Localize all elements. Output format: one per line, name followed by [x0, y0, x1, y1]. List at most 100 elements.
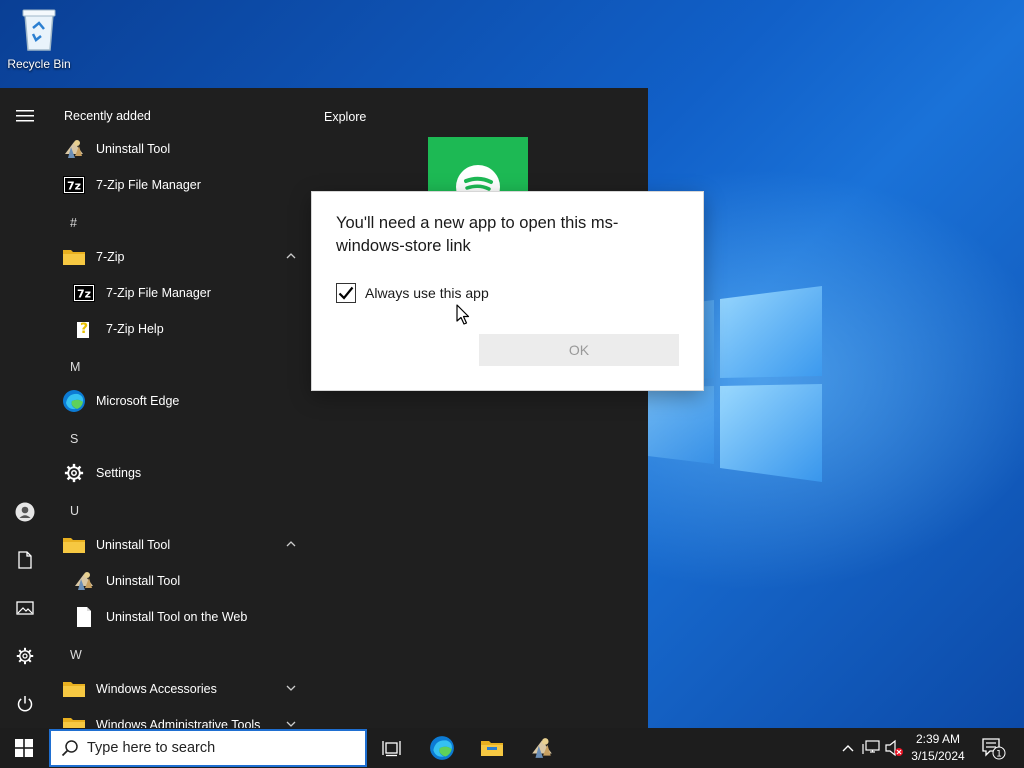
- windows-start-icon: [15, 739, 33, 757]
- taskbar: Type here to search 2:39 AM 3/15/2024 1: [0, 728, 1024, 768]
- documents-button[interactable]: [5, 542, 45, 578]
- app-list: Recently added Uninstall Tool 7z 7-Zip F…: [50, 88, 312, 728]
- user-icon: [15, 502, 35, 522]
- show-hidden-icons-button[interactable]: [838, 738, 858, 758]
- clock-time: 2:39 AM: [915, 732, 961, 746]
- uninstall-tool-icon: [62, 137, 86, 161]
- letter-header-w[interactable]: W: [70, 648, 82, 662]
- taskbar-clock[interactable]: 2:39 AM 3/15/2024: [902, 731, 974, 765]
- always-use-this-app-row[interactable]: Always use this app: [336, 283, 489, 303]
- chevron-down-icon: [286, 685, 296, 691]
- letter-header-m[interactable]: M: [70, 360, 80, 374]
- network-status-button[interactable]: [861, 738, 881, 758]
- 7zip-icon: 7z: [72, 281, 96, 305]
- mouse-cursor-icon: [456, 304, 470, 325]
- taskbar-file-explorer-button[interactable]: [468, 728, 516, 768]
- app-label: Uninstall Tool: [96, 142, 171, 156]
- recently-added-title: Recently added: [64, 109, 151, 123]
- uninstall-tool-icon: [532, 738, 552, 758]
- app-microsoft-edge[interactable]: Microsoft Edge: [62, 384, 304, 418]
- notification-icon: 1: [982, 738, 1006, 760]
- action-center-button[interactable]: 1: [980, 736, 1006, 760]
- gear-icon: [16, 647, 34, 665]
- app-label: 7-Zip: [96, 250, 125, 264]
- letter-header-u[interactable]: U: [70, 504, 79, 518]
- folder-windows-administrative-tools[interactable]: Windows Administrative Tools: [62, 708, 304, 728]
- task-view-icon: [382, 741, 401, 757]
- uninstall-tool-icon: [72, 569, 96, 593]
- folder-7zip[interactable]: 7-Zip: [62, 240, 304, 274]
- start-button[interactable]: [0, 728, 48, 768]
- app-label: 7-Zip Help: [106, 322, 164, 336]
- document-icon: [72, 605, 96, 629]
- dialog-title: You'll need a new app to open this ms-wi…: [336, 214, 619, 255]
- app-uninstall-tool-web[interactable]: Uninstall Tool on the Web: [72, 600, 304, 634]
- chevron-down-icon: [286, 721, 296, 727]
- help-icon: ?: [72, 317, 96, 341]
- edge-icon: [430, 736, 454, 760]
- 7zip-icon: 7z: [62, 173, 86, 197]
- edge-icon: [62, 389, 86, 413]
- volume-button[interactable]: [884, 738, 904, 758]
- svg-text:7z: 7z: [67, 180, 81, 193]
- settings-rail-button[interactable]: [5, 638, 45, 674]
- clock-date: 3/15/2024: [911, 749, 965, 763]
- pictures-icon: [16, 601, 34, 615]
- chevron-up-icon: [842, 745, 854, 752]
- folder-windows-accessories[interactable]: Windows Accessories: [62, 672, 304, 706]
- power-button[interactable]: [5, 686, 45, 722]
- folder-icon: [62, 245, 86, 269]
- start-rail: [0, 88, 50, 728]
- start-menu: Recently added Uninstall Tool 7z 7-Zip F…: [0, 88, 648, 728]
- app-label: 7-Zip File Manager: [96, 178, 201, 192]
- letter-header-hash[interactable]: #: [70, 216, 77, 230]
- pictures-button[interactable]: [5, 590, 45, 626]
- tiles-area: Explore: [312, 88, 648, 728]
- chevron-up-icon: [286, 253, 296, 259]
- power-icon: [17, 696, 33, 712]
- app-label: Uninstall Tool on the Web: [106, 610, 248, 624]
- recycle-bin-label: Recycle Bin: [7, 57, 71, 71]
- search-placeholder: Type here to search: [87, 740, 216, 756]
- always-use-checkbox[interactable]: [336, 283, 356, 303]
- volume-muted-icon: [885, 739, 903, 757]
- app-7zip-file-manager[interactable]: 7z 7-Zip File Manager: [72, 276, 304, 310]
- always-use-label: Always use this app: [365, 285, 489, 301]
- desktop: Recycle Bin Recently added Uninstall Too…: [0, 0, 1024, 728]
- open-with-dialog: You'll need a new app to open this ms-wi…: [312, 192, 703, 390]
- document-icon: [18, 551, 32, 569]
- ok-button[interactable]: OK: [479, 334, 679, 366]
- app-7zip-help[interactable]: ? 7-Zip Help: [72, 312, 304, 346]
- gear-icon: [62, 461, 86, 485]
- app-label: Settings: [96, 466, 142, 480]
- task-view-button[interactable]: [368, 728, 416, 768]
- letter-header-s[interactable]: S: [70, 432, 78, 446]
- recycle-bin[interactable]: Recycle Bin: [6, 6, 72, 71]
- search-icon: [61, 740, 78, 757]
- taskbar-search-box[interactable]: Type here to search: [49, 729, 367, 767]
- hamburger-icon: [16, 110, 34, 122]
- app-label: Windows Administrative Tools: [96, 718, 261, 728]
- app-label: Microsoft Edge: [96, 394, 180, 408]
- folder-icon: [62, 533, 86, 557]
- chevron-up-icon: [286, 541, 296, 547]
- expand-menu-button[interactable]: [5, 98, 45, 134]
- app-settings[interactable]: Settings: [62, 456, 304, 490]
- taskbar-uninstall-tool-button[interactable]: [518, 728, 566, 768]
- app-label: Windows Accessories: [96, 682, 217, 696]
- network-icon: [862, 740, 880, 754]
- svg-text:7z: 7z: [77, 288, 91, 301]
- account-button[interactable]: [5, 494, 45, 530]
- app-label: 7-Zip File Manager: [106, 286, 211, 300]
- file-explorer-icon: [481, 741, 503, 756]
- checkmark-icon: [338, 286, 354, 300]
- app-label: Uninstall Tool: [106, 574, 181, 588]
- folder-icon: [62, 713, 86, 728]
- folder-icon: [62, 677, 86, 701]
- app-7zip-file-manager-recent[interactable]: 7z 7-Zip File Manager: [62, 168, 304, 202]
- taskbar-edge-button[interactable]: [418, 728, 466, 768]
- app-uninstall-tool-recent[interactable]: Uninstall Tool: [62, 132, 304, 166]
- explore-title: Explore: [324, 110, 367, 124]
- folder-uninstall-tool[interactable]: Uninstall Tool: [62, 528, 304, 562]
- app-uninstall-tool[interactable]: Uninstall Tool: [72, 564, 304, 598]
